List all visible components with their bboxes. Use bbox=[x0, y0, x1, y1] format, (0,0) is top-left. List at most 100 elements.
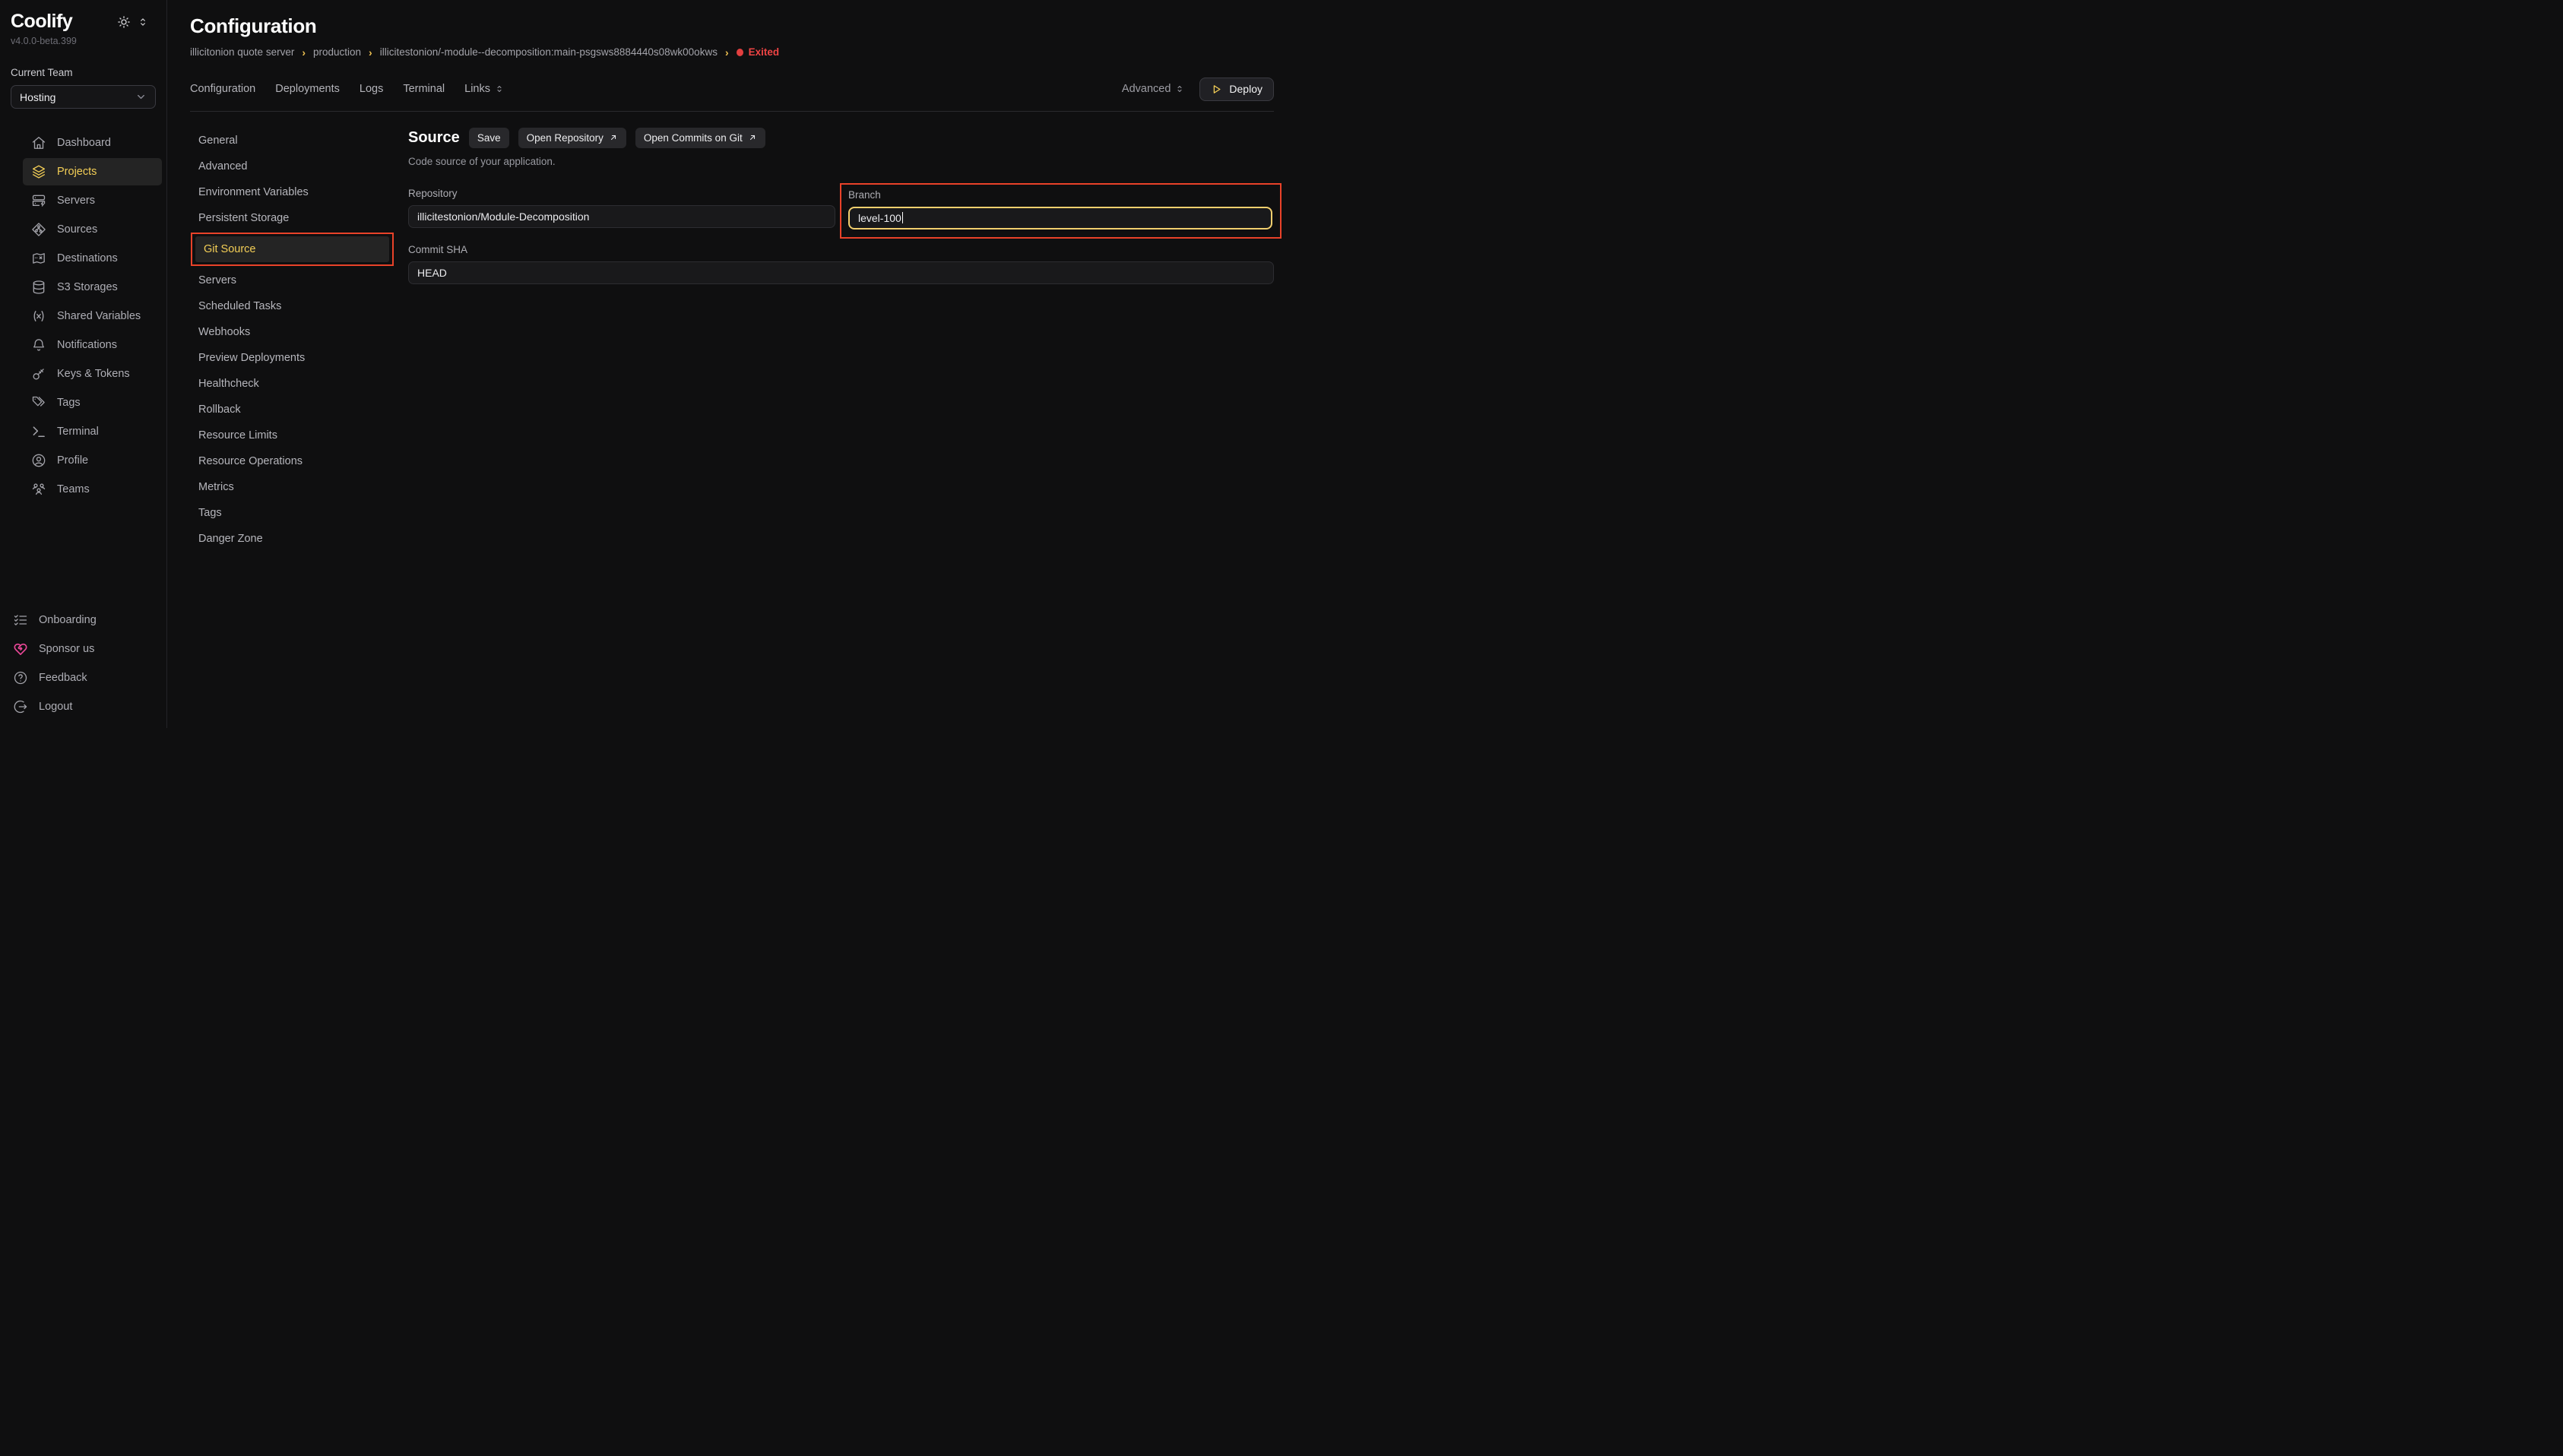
team-select[interactable]: Hosting bbox=[11, 85, 156, 109]
tab-deployments[interactable]: Deployments bbox=[275, 83, 340, 95]
commit-sha-input[interactable] bbox=[408, 261, 1274, 284]
save-button[interactable]: Save bbox=[469, 128, 509, 148]
advanced-dropdown[interactable]: Advanced bbox=[1122, 83, 1185, 95]
sidebar-item-label: Servers bbox=[57, 195, 95, 207]
subnav-item-webhooks[interactable]: Webhooks bbox=[190, 319, 403, 345]
chevron-right-icon: › bbox=[302, 46, 306, 59]
sidebar-item-logout[interactable]: Logout bbox=[5, 693, 162, 720]
sidebar-item-notifications[interactable]: Notifications bbox=[23, 331, 162, 359]
sidebar-item-servers[interactable]: Servers bbox=[23, 187, 162, 214]
git-source-icon bbox=[31, 222, 46, 237]
branch-annotation-box: Branch level-100 bbox=[840, 183, 1282, 239]
subnav-item-servers[interactable]: Servers bbox=[190, 267, 403, 293]
tags-icon bbox=[31, 395, 46, 410]
sidebar-item-label: Profile bbox=[57, 454, 88, 467]
sidebar-item-shared-variables[interactable]: Shared Variables bbox=[23, 302, 162, 330]
chevron-right-icon: › bbox=[725, 46, 729, 59]
database-icon bbox=[31, 280, 46, 295]
home-icon bbox=[31, 135, 46, 150]
sidebar-item-profile[interactable]: Profile bbox=[23, 447, 162, 474]
sidebar-item-sponsor-us[interactable]: Sponsor us bbox=[5, 635, 162, 663]
arrow-up-right-icon bbox=[748, 133, 757, 142]
sidebar-item-s3-storages[interactable]: S3 Storages bbox=[23, 274, 162, 301]
sidebar-item-projects[interactable]: Projects bbox=[23, 158, 162, 185]
breadcrumb-environment[interactable]: production bbox=[313, 46, 361, 58]
subnav-item-healthcheck[interactable]: Healthcheck bbox=[190, 371, 403, 397]
status-dot-icon bbox=[737, 49, 743, 56]
deploy-button[interactable]: Deploy bbox=[1199, 78, 1274, 101]
commit-sha-field: Commit SHA bbox=[408, 244, 1274, 284]
sidebar-item-label: S3 Storages bbox=[57, 281, 118, 293]
team-select-value: Hosting bbox=[20, 91, 55, 103]
heart-handshake-icon bbox=[13, 641, 28, 657]
subnav-item-resource-operations[interactable]: Resource Operations bbox=[190, 448, 403, 474]
logout-icon bbox=[13, 699, 28, 714]
branch-value: level-100 bbox=[858, 212, 901, 224]
user-circle-icon bbox=[31, 453, 46, 468]
open-repository-button[interactable]: Open Repository bbox=[518, 128, 626, 148]
open-commits-button[interactable]: Open Commits on Git bbox=[635, 128, 765, 148]
subnav-item-metrics[interactable]: Metrics bbox=[190, 474, 403, 500]
chevrons-up-down-icon[interactable] bbox=[138, 17, 148, 27]
tab-logs[interactable]: Logs bbox=[360, 83, 383, 95]
sidebar-item-label: Projects bbox=[57, 166, 97, 178]
subnav-item-tags[interactable]: Tags bbox=[190, 500, 403, 526]
breadcrumb: illicitonion quote server › production ›… bbox=[190, 46, 1282, 59]
config-subnav: General Advanced Environment Variables P… bbox=[190, 128, 403, 552]
sidebar-item-destinations[interactable]: Destinations bbox=[23, 245, 162, 272]
main-area: Configuration illicitonion quote server … bbox=[167, 0, 1282, 728]
tab-links[interactable]: Links bbox=[464, 83, 504, 95]
bell-icon bbox=[31, 337, 46, 353]
open-commits-label: Open Commits on Git bbox=[644, 132, 743, 144]
subnav-item-danger-zone[interactable]: Danger Zone bbox=[190, 526, 403, 552]
sidebar-item-dashboard[interactable]: Dashboard bbox=[23, 129, 162, 157]
sidebar-item-label: Teams bbox=[57, 483, 90, 495]
app-version: v4.0.0-beta.399 bbox=[0, 36, 166, 46]
breadcrumb-application[interactable]: illicitestonion/-module--decomposition:m… bbox=[380, 46, 718, 58]
status-text: Exited bbox=[749, 46, 780, 58]
terminal-icon bbox=[31, 424, 46, 439]
tab-terminal[interactable]: Terminal bbox=[403, 83, 445, 95]
sidebar-item-onboarding[interactable]: Onboarding bbox=[5, 606, 162, 634]
subnav-item-resource-limits[interactable]: Resource Limits bbox=[190, 423, 403, 448]
subnav-item-scheduled-tasks[interactable]: Scheduled Tasks bbox=[190, 293, 403, 319]
tab-configuration[interactable]: Configuration bbox=[190, 83, 255, 95]
sidebar-item-teams[interactable]: Teams bbox=[23, 476, 162, 503]
theme-toggle-sun-icon[interactable] bbox=[117, 15, 131, 29]
sidebar-item-tags[interactable]: Tags bbox=[23, 389, 162, 416]
layers-icon bbox=[31, 164, 46, 179]
sidebar-item-label: Tags bbox=[57, 397, 81, 409]
repository-label: Repository bbox=[408, 188, 835, 199]
text-cursor bbox=[902, 212, 904, 223]
git-source-section: Source Save Open Repository Open Commits… bbox=[403, 128, 1282, 284]
sidebar-item-terminal[interactable]: Terminal bbox=[23, 418, 162, 445]
source-description: Code source of your application. bbox=[408, 156, 1274, 167]
content: General Advanced Environment Variables P… bbox=[190, 128, 1282, 552]
breadcrumb-project[interactable]: illicitonion quote server bbox=[190, 46, 294, 58]
logo-icons bbox=[117, 15, 156, 29]
subnav-item-persistent-storage[interactable]: Persistent Storage bbox=[190, 205, 403, 231]
chevrons-up-down-icon bbox=[495, 84, 504, 93]
sidebar-nav: Dashboard Projects Servers Sources Desti… bbox=[0, 129, 166, 503]
server-icon bbox=[31, 193, 46, 208]
tab-divider bbox=[190, 111, 1274, 112]
arrow-up-right-icon bbox=[609, 133, 618, 142]
tabs: Configuration Deployments Logs Terminal … bbox=[190, 83, 504, 95]
repository-input[interactable] bbox=[408, 205, 835, 228]
sidebar-item-keys-tokens[interactable]: Keys & Tokens bbox=[23, 360, 162, 388]
branch-input[interactable]: level-100 bbox=[848, 207, 1272, 229]
sidebar-item-sources[interactable]: Sources bbox=[23, 216, 162, 243]
sidebar-item-label: Dashboard bbox=[57, 137, 111, 149]
subnav-item-rollback[interactable]: Rollback bbox=[190, 397, 403, 423]
page-title: Configuration bbox=[190, 15, 1282, 37]
sidebar-item-label: Destinations bbox=[57, 252, 118, 264]
subnav-item-preview-deployments[interactable]: Preview Deployments bbox=[190, 345, 403, 371]
commit-sha-label: Commit SHA bbox=[408, 244, 1274, 255]
branch-label: Branch bbox=[848, 189, 1272, 201]
subnav-item-general[interactable]: General bbox=[190, 128, 403, 154]
subnav-item-git-source[interactable]: Git Source bbox=[195, 236, 389, 262]
sidebar-item-label: Keys & Tokens bbox=[57, 368, 130, 380]
subnav-item-advanced[interactable]: Advanced bbox=[190, 154, 403, 179]
subnav-item-environment-variables[interactable]: Environment Variables bbox=[190, 179, 403, 205]
sidebar-item-feedback[interactable]: Feedback bbox=[5, 664, 162, 692]
